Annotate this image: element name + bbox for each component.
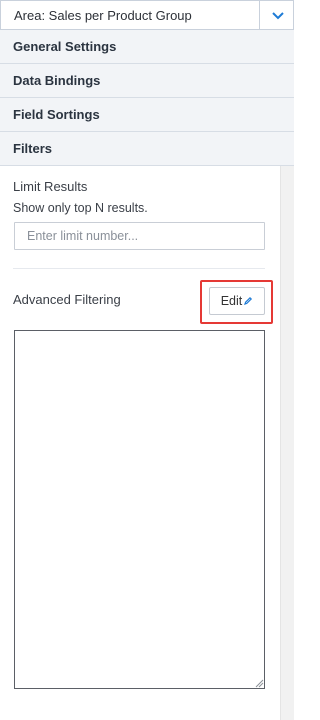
advanced-filter-textarea[interactable] [14, 330, 265, 689]
panel-scrollbar[interactable] [280, 166, 294, 720]
chevron-down-icon [271, 12, 284, 20]
section-field-sortings[interactable]: Field Sortings [0, 98, 294, 132]
resize-grip-icon[interactable] [254, 678, 264, 688]
section-label: General Settings [13, 39, 117, 54]
edit-button-label: Edit [220, 294, 243, 308]
section-label: Field Sortings [13, 107, 100, 122]
area-label: Area: Sales per Product Group [14, 8, 192, 23]
edit-button[interactable]: Edit [209, 287, 265, 315]
pencil-icon [244, 296, 253, 305]
limit-results-title: Limit Results [13, 179, 88, 194]
divider [13, 268, 265, 269]
advanced-filtering-title: Advanced Filtering [13, 292, 121, 307]
section-data-bindings[interactable]: Data Bindings [0, 64, 294, 98]
limit-results-description: Show only top N results. [13, 201, 148, 215]
limit-number-input[interactable] [14, 222, 265, 250]
area-selector[interactable]: Area: Sales per Product Group [0, 0, 295, 31]
section-label: Filters [13, 141, 53, 156]
area-dropdown-button[interactable] [259, 1, 295, 31]
section-general-settings[interactable]: General Settings [0, 30, 294, 64]
section-label: Data Bindings [13, 73, 101, 88]
section-filters[interactable]: Filters [0, 132, 294, 166]
